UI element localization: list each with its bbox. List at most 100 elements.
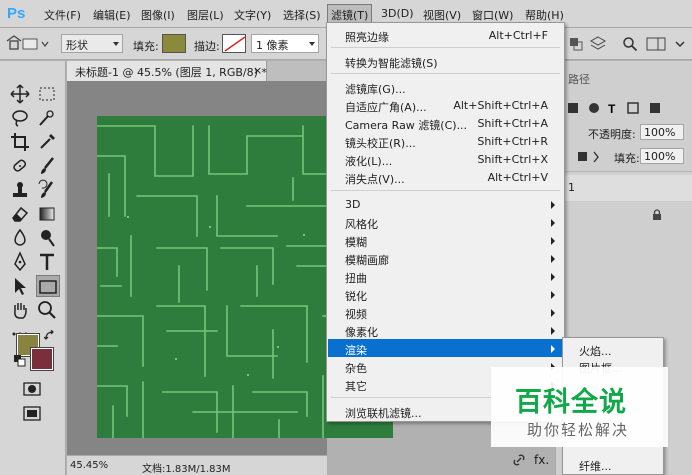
menu-item-label: 滤镜库(G)...: [345, 83, 406, 96]
menu-item-convert-smart-filter[interactable]: 转换为智能滤镜(S): [328, 52, 563, 70]
close-icon[interactable]: ×: [253, 64, 262, 77]
zoom-tool-icon[interactable]: [36, 299, 58, 321]
background-layer-row[interactable]: [556, 207, 692, 227]
home-icon[interactable]: [6, 35, 22, 51]
marquee-tool-icon[interactable]: [36, 83, 58, 105]
menu-item-label: 杂色: [345, 362, 367, 375]
menu-item-label: 液化(L)...: [345, 155, 393, 168]
menu-view[interactable]: 视图(V): [423, 7, 461, 23]
chevron-right-icon: [551, 345, 555, 353]
menu-item-sharpen[interactable]: 锐化: [328, 285, 563, 303]
watermark: 百科全说 助你轻松解决: [491, 367, 668, 447]
menu-item-lens-correction[interactable]: 镜头校正(R)... Shift+Ctrl+R: [328, 132, 563, 150]
layer-filter-icons[interactable]: T: [556, 99, 692, 119]
menu-3d[interactable]: 3D(D): [381, 7, 414, 20]
clone-stamp-tool-icon[interactable]: [9, 179, 31, 201]
workspace-icon[interactable]: [646, 36, 666, 52]
menu-item-3d[interactable]: 3D: [328, 195, 563, 213]
shape-mode-select[interactable]: 形状: [61, 34, 123, 53]
menu-item-liquify[interactable]: 液化(L)... Shift+Ctrl+X: [328, 150, 563, 168]
menu-item-glowing-edges[interactable]: 照亮边缘 Alt+Ctrl+F: [328, 26, 563, 44]
stroke-width-select[interactable]: 1 像素: [251, 34, 319, 53]
menu-select[interactable]: 选择(S): [283, 7, 321, 23]
menu-edit[interactable]: 编辑(E): [93, 7, 131, 23]
menu-item-label: 镜头校正(R)...: [345, 137, 416, 150]
healing-brush-tool-icon[interactable]: [9, 155, 31, 177]
menu-item-label: 锐化: [345, 290, 367, 303]
hand-tool-icon[interactable]: [9, 299, 31, 321]
dodge-tool-icon[interactable]: [36, 227, 58, 249]
filter-menu-dropdown: 照亮边缘 Alt+Ctrl+F 转换为智能滤镜(S) 滤镜库(G)... 自适应…: [326, 22, 565, 422]
menu-item-adaptive-wide-angle[interactable]: 自适应广角(A)... Alt+Shift+Ctrl+A: [328, 96, 563, 114]
fx-icon[interactable]: fx.: [534, 453, 549, 467]
opacity-row: 不透明度: 100%: [556, 123, 692, 143]
opacity-label: 不透明度:: [588, 128, 636, 141]
menu-item-filter-gallery[interactable]: 滤镜库(G)...: [328, 78, 563, 96]
document-tab-title: 未标题-1 @ 45.5% (图层 1, RGB/8) *: [75, 66, 267, 79]
opacity-field[interactable]: 100%: [640, 124, 684, 140]
pen-tool-icon[interactable]: [9, 251, 31, 273]
maze-dot: [175, 358, 177, 360]
search-icon[interactable]: [622, 36, 638, 52]
path-selection-tool-icon[interactable]: [9, 275, 31, 297]
chevron-down-icon[interactable]: [672, 36, 688, 52]
menu-item-blur-gallery[interactable]: 模糊画廊: [328, 249, 563, 267]
menu-help[interactable]: 帮助(H): [525, 7, 564, 23]
quick-selection-tool-icon[interactable]: [36, 107, 58, 129]
menu-item-render[interactable]: 渲染: [328, 339, 563, 357]
move-tool-icon[interactable]: [9, 83, 31, 105]
menu-item-label: 转换为智能滤镜(S): [345, 57, 438, 70]
fill-opacity-field[interactable]: 100%: [640, 148, 684, 164]
rectangle-tool-icon[interactable]: [36, 275, 60, 297]
chevron-down-icon: [113, 42, 119, 46]
blur-tool-icon[interactable]: [9, 227, 31, 249]
stroke-swatch[interactable]: [222, 34, 246, 53]
type-tool-icon[interactable]: [36, 251, 58, 273]
menu-item-blur[interactable]: 模糊: [328, 231, 563, 249]
layer-row[interactable]: 1: [556, 175, 692, 201]
fill-label: 填充:: [133, 40, 159, 53]
menu-item-pixelate[interactable]: 像素化: [328, 321, 563, 339]
link-layers-icon[interactable]: [512, 453, 526, 470]
history-brush-tool-icon[interactable]: [36, 179, 58, 201]
menu-type[interactable]: 文字(Y): [234, 7, 271, 23]
document-tab[interactable]: 未标题-1 @ 45.5% (图层 1, RGB/8) * ×: [67, 61, 267, 81]
menu-file[interactable]: 文件(F): [44, 7, 81, 23]
lock-options-icons[interactable]: [576, 149, 606, 165]
document-tab-bar: 未标题-1 @ 45.5% (图层 1, RGB/8) * ×: [67, 61, 327, 81]
rectangle-tool-preset-icon[interactable]: [22, 36, 52, 52]
eraser-tool-icon[interactable]: [9, 203, 31, 225]
crop-tool-icon[interactable]: [9, 131, 31, 153]
swap-colors-icon[interactable]: [43, 329, 56, 342]
menu-item-shortcut: Shift+Ctrl+R: [477, 135, 548, 148]
lasso-tool-icon[interactable]: [9, 107, 31, 129]
zoom-level[interactable]: 45.45%: [70, 460, 108, 471]
eyedropper-tool-icon[interactable]: [36, 131, 58, 153]
menu-item-fibers[interactable]: 纤维...: [579, 458, 612, 474]
screen-mode-icon[interactable]: [21, 403, 43, 425]
maze-dot: [127, 216, 129, 218]
menu-layer[interactable]: 图层(L): [187, 7, 224, 23]
menu-item-distort[interactable]: 扭曲: [328, 267, 563, 285]
default-colors-icon[interactable]: [14, 355, 26, 367]
fill-swatch[interactable]: [162, 34, 186, 53]
layer-name: 1: [568, 181, 575, 194]
gradient-tool-icon[interactable]: [36, 203, 58, 225]
tab-paths[interactable]: 路径: [562, 69, 596, 87]
brush-tool-icon[interactable]: [36, 155, 58, 177]
maze-dot: [247, 374, 249, 376]
layer-filter-row: T: [556, 99, 692, 119]
path-operations-icon[interactable]: [568, 36, 584, 52]
menu-image[interactable]: 图像(I): [141, 7, 175, 23]
menu-item-stylize[interactable]: 风格化: [328, 213, 563, 231]
menu-item-vanishing-point[interactable]: 消失点(V)... Alt+Ctrl+V: [328, 168, 563, 186]
quick-mask-icon[interactable]: [21, 378, 43, 400]
menu-item-camera-raw-filter[interactable]: Camera Raw 滤镜(C)... Shift+Ctrl+A: [328, 114, 563, 132]
path-arrangement-icon[interactable]: [589, 36, 607, 52]
chevron-right-icon: [551, 219, 555, 227]
maze-dot: [209, 226, 211, 228]
menu-item-video[interactable]: 视频: [328, 303, 563, 321]
background-color-swatch[interactable]: [30, 347, 54, 371]
menu-item-flame[interactable]: 火焰...: [579, 343, 612, 359]
menu-window[interactable]: 窗口(W): [472, 7, 513, 23]
